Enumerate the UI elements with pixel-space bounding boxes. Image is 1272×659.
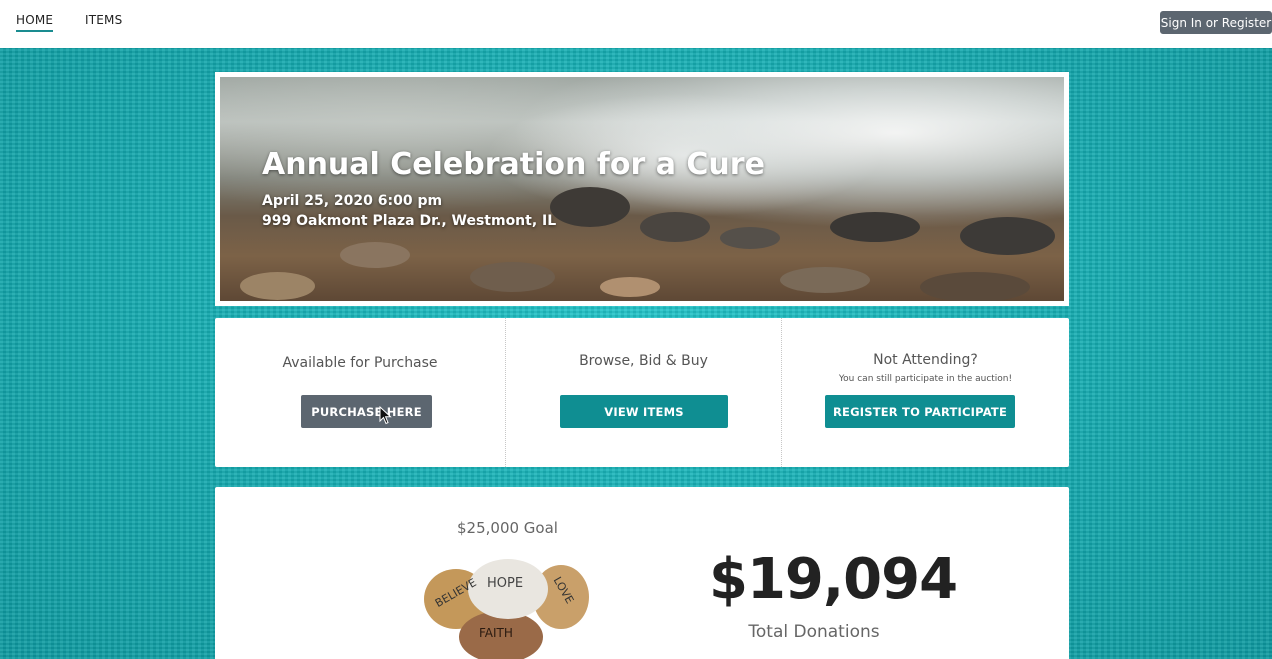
- event-datetime: April 25, 2020 6:00 pm: [262, 193, 443, 209]
- stones-image: BELIEVE HOPE LOVE FAITH: [424, 559, 589, 659]
- browse-heading: Browse, Bid & Buy: [579, 353, 708, 369]
- sign-in-register-button[interactable]: Sign In or Register: [1160, 11, 1272, 34]
- participate-note: You can still participate in the auction…: [838, 374, 1013, 384]
- event-title: Annual Celebration for a Cure: [262, 147, 765, 182]
- register-to-participate-button[interactable]: REGISTER TO PARTICIPATE: [825, 395, 1015, 428]
- hero-banner: Annual Celebration for a Cure April 25, …: [215, 72, 1069, 306]
- total-donations-label: Total Donations: [748, 622, 880, 642]
- not-attending-heading: Not Attending?: [873, 352, 978, 368]
- stone-word-faith: FAITH: [479, 626, 513, 640]
- event-address: 999 Oakmont Plaza Dr., Westmont, IL: [262, 213, 557, 229]
- actions-panel: Available for Purchase PURCHASE HERE Bro…: [215, 318, 1069, 467]
- purchase-heading: Available for Purchase: [282, 355, 438, 371]
- purchase-here-button[interactable]: PURCHASE HERE: [301, 395, 432, 428]
- hero-image-waves-rocks: Annual Celebration for a Cure April 25, …: [220, 77, 1064, 301]
- browse-column: Browse, Bid & Buy VIEW ITEMS: [505, 318, 781, 467]
- nav-home-link[interactable]: HOME: [16, 13, 54, 32]
- purchase-column: Available for Purchase PURCHASE HERE: [215, 318, 505, 467]
- mouse-cursor-icon: [379, 406, 392, 425]
- donations-panel: $25,000 Goal BELIEVE HOPE LOVE FAITH $19…: [215, 487, 1069, 659]
- donation-goal: $25,000 Goal: [457, 519, 558, 537]
- top-nav: HOME ITEMS Sign In or Register: [0, 0, 1272, 48]
- stone-word-hope: HOPE: [487, 576, 523, 591]
- register-column: Not Attending? You can still participate…: [781, 318, 1069, 467]
- nav-items-link[interactable]: ITEMS: [85, 13, 122, 27]
- view-items-button[interactable]: VIEW ITEMS: [560, 395, 728, 428]
- total-donations-amount: $19,094: [709, 547, 958, 612]
